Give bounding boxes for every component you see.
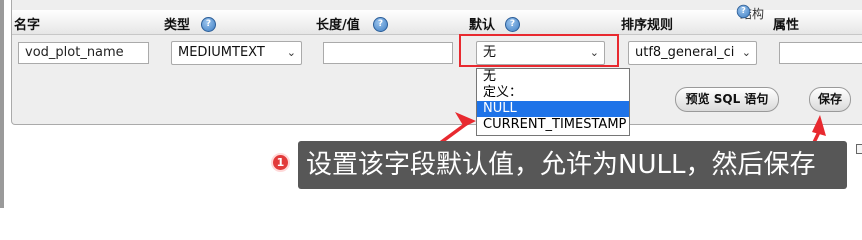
step-badge: 1 (271, 153, 290, 172)
annotation-callout: 设置该字段默认值，允许为NULL，然后保存 (298, 141, 847, 189)
